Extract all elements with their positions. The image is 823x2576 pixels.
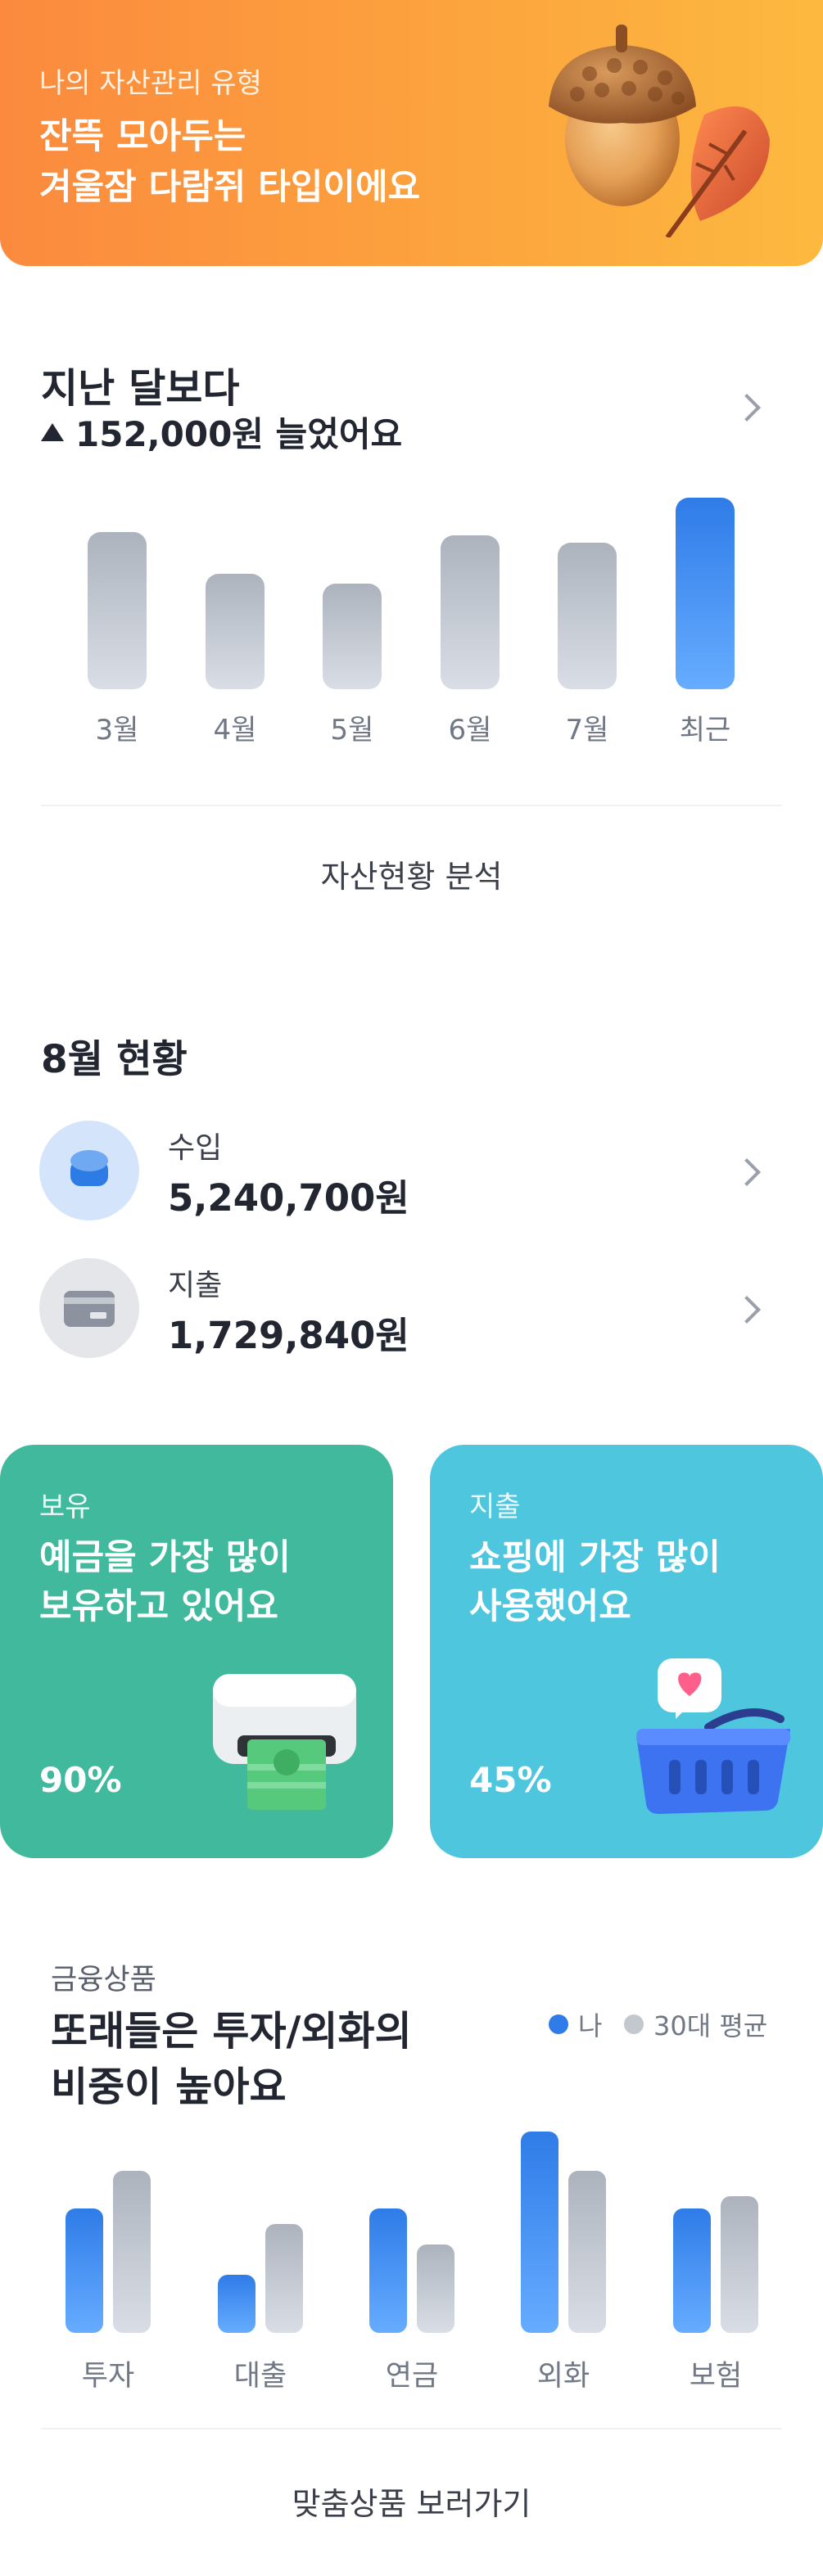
summary-change-text: 152,000원 늘었어요 bbox=[75, 414, 403, 454]
products-title-line2: 비중이 높아요 bbox=[51, 2064, 287, 2110]
month-label: 3월 bbox=[95, 714, 139, 747]
summary-change: 152,000원 늘었어요 bbox=[41, 407, 402, 457]
legend-dot-me bbox=[549, 2014, 568, 2034]
month-label: 4월 bbox=[213, 714, 257, 747]
month-label: 7월 bbox=[565, 714, 609, 747]
custom-products-link[interactable]: 맞춤상품 보러가기 bbox=[0, 2479, 823, 2524]
month-label: 5월 bbox=[330, 714, 374, 747]
holding-card-subtitle: 보유 bbox=[39, 1491, 91, 1523]
products-subtitle: 금융상품 bbox=[51, 1964, 156, 1996]
my-ratio-bar bbox=[369, 2208, 407, 2333]
spending-card-line1: 쇼핑에 가장 많이 bbox=[469, 1537, 721, 1578]
divider bbox=[41, 805, 782, 806]
my-ratio-bar bbox=[521, 2132, 558, 2333]
legend-me-label: 나 bbox=[578, 2010, 603, 2041]
spending-card-title: 쇼핑에 가장 많이 사용했어요 bbox=[469, 1533, 721, 1631]
month-label: 최근 bbox=[679, 714, 731, 747]
banner-subtitle: 나의 자산관리 유형 bbox=[39, 67, 262, 100]
products-title-line1: 또래들은 투자/외화의 bbox=[51, 2008, 412, 2055]
monthly-asset-chart: 3월 4월 5월 6월 7월 최근 bbox=[0, 491, 823, 761]
spending-card-percent: 45% bbox=[469, 1760, 552, 1800]
legend-avg-label: 30대 평균 bbox=[653, 2010, 768, 2041]
chevron-right-icon[interactable] bbox=[733, 1296, 761, 1324]
divider bbox=[41, 2428, 782, 2429]
avg-ratio-bar bbox=[113, 2171, 151, 2333]
asset-type-banner[interactable]: 나의 자산관리 유형 잔뜩 모아두는 겨울잠 다람쥐 타입이에요 bbox=[0, 0, 823, 266]
month-bar bbox=[558, 542, 617, 689]
card-icon bbox=[39, 1258, 139, 1358]
product-label: 보험 bbox=[689, 2360, 743, 2393]
product-label: 연금 bbox=[385, 2360, 439, 2393]
legend-dot-avg bbox=[624, 2014, 644, 2034]
spending-card-line2: 사용했어요 bbox=[469, 1586, 631, 1627]
spending-card[interactable]: 지출 쇼핑에 가장 많이 사용했어요 45% bbox=[430, 1445, 823, 1858]
income-label: 수입 bbox=[168, 1131, 223, 1165]
my-ratio-bar bbox=[66, 2208, 103, 2333]
my-ratio-bar bbox=[673, 2208, 711, 2333]
legend-avg: 30대 평균 bbox=[624, 2005, 767, 2043]
holding-card[interactable]: 보유 예금을 가장 많이 보유하고 있어요 90% bbox=[0, 1445, 393, 1858]
chevron-right-icon[interactable] bbox=[733, 1158, 761, 1186]
my-ratio-bar bbox=[218, 2275, 255, 2333]
avg-ratio-bar bbox=[568, 2171, 606, 2333]
acorn-icon bbox=[549, 25, 770, 237]
month-bar bbox=[206, 573, 265, 689]
income-value: 5,240,700원 bbox=[168, 1176, 409, 1220]
holding-card-line2: 보유하고 있어요 bbox=[39, 1586, 278, 1627]
holding-card-title: 예금을 가장 많이 보유하고 있어요 bbox=[39, 1533, 291, 1631]
product-label: 외화 bbox=[536, 2360, 590, 2393]
avg-ratio-bar bbox=[721, 2196, 758, 2333]
holding-card-line1: 예금을 가장 많이 bbox=[39, 1537, 291, 1578]
summary-title: 지난 달보다 bbox=[41, 365, 240, 412]
status-title: 8월 현황 bbox=[41, 1037, 188, 1082]
product-label: 투자 bbox=[81, 2360, 135, 2393]
month-bar bbox=[88, 532, 147, 689]
income-row[interactable]: 수입 5,240,700원 bbox=[0, 1117, 823, 1224]
avg-ratio-bar bbox=[417, 2244, 454, 2333]
asset-analysis-link[interactable]: 자산현황 분석 bbox=[0, 851, 823, 896]
legend-me: 나 bbox=[549, 2005, 602, 2043]
shopping-basket-icon bbox=[636, 1658, 790, 1814]
avg-ratio-bar bbox=[265, 2223, 303, 2333]
holding-card-percent: 90% bbox=[39, 1760, 122, 1800]
banner-title-line1: 잔뜩 모아두는 bbox=[39, 116, 246, 157]
month-bar bbox=[676, 498, 735, 689]
expense-value: 1,729,840원 bbox=[168, 1314, 409, 1357]
month-bar bbox=[323, 583, 382, 689]
expense-row[interactable]: 지출 1,729,840원 bbox=[0, 1255, 823, 1361]
expense-label: 지출 bbox=[168, 1269, 223, 1302]
chevron-right-icon[interactable] bbox=[733, 394, 761, 422]
atm-cash-icon bbox=[213, 1674, 356, 1810]
banner-title: 잔뜩 모아두는 겨울잠 다람쥐 타입이에요 bbox=[39, 111, 420, 213]
month-label: 6월 bbox=[448, 714, 492, 747]
products-comparison-chart: 투자 대출 연금 외화 보험 bbox=[0, 2128, 823, 2398]
triangle-up-icon bbox=[41, 422, 64, 441]
product-label: 대출 bbox=[233, 2360, 287, 2393]
spending-card-subtitle: 지출 bbox=[469, 1491, 521, 1523]
banner-title-line2: 겨울잠 다람쥐 타입이에요 bbox=[39, 167, 421, 208]
coin-stack-icon bbox=[39, 1121, 139, 1220]
month-bar bbox=[441, 535, 500, 689]
products-title: 또래들은 투자/외화의 비중이 높아요 bbox=[51, 2004, 412, 2115]
